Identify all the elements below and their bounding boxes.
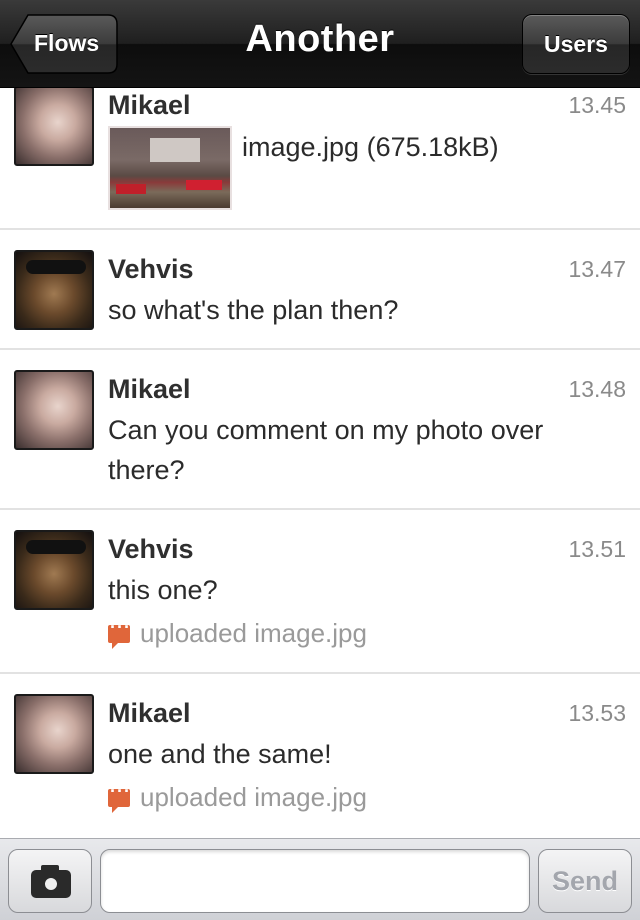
avatar bbox=[14, 88, 94, 166]
navigation-bar: Flows Another Users bbox=[0, 0, 640, 88]
upload-note[interactable]: uploaded image.jpg bbox=[108, 781, 367, 813]
message-time: 13.47 bbox=[568, 256, 626, 282]
message-sender: Vehvis bbox=[108, 254, 194, 284]
send-button[interactable]: Send bbox=[538, 849, 632, 913]
image-thumbnail[interactable] bbox=[108, 126, 232, 210]
users-button[interactable]: Users bbox=[522, 14, 630, 74]
avatar bbox=[14, 530, 94, 610]
message-item: Vehvis 13.47 so what's the plan then? bbox=[0, 230, 640, 350]
message-text: one and the same! bbox=[108, 739, 332, 769]
message-time: 13.53 bbox=[568, 700, 626, 726]
message-sender: Vehvis bbox=[108, 534, 194, 564]
upload-note-label: uploaded image.jpg bbox=[140, 782, 367, 812]
upload-note-label: uploaded image.jpg bbox=[140, 618, 367, 648]
message-text: Can you comment on my photo over there? bbox=[108, 415, 544, 485]
message-sender: Mikael bbox=[108, 374, 191, 404]
message-time: 13.48 bbox=[568, 376, 626, 402]
message-item: Mikael 13.53 one and the same! uploaded … bbox=[0, 674, 640, 838]
message-time: 13.45 bbox=[568, 92, 626, 118]
message-input[interactable] bbox=[100, 849, 530, 913]
comment-icon bbox=[108, 781, 131, 813]
message-time: 13.51 bbox=[568, 536, 626, 562]
compose-toolbar: Send bbox=[0, 838, 640, 920]
attachment-filename[interactable]: image.jpg (675.18kB) bbox=[242, 132, 499, 163]
message-sender: Mikael bbox=[108, 698, 191, 728]
message-text: this one? bbox=[108, 575, 218, 605]
message-item: Mikael 13.45 image.jpg (675.18kB) bbox=[0, 88, 640, 230]
camera-button[interactable] bbox=[8, 849, 92, 913]
avatar bbox=[14, 370, 94, 450]
comment-icon bbox=[108, 617, 131, 649]
message-sender: Mikael bbox=[108, 90, 191, 120]
message-item: Mikael 13.48 Can you comment on my photo… bbox=[0, 350, 640, 510]
message-list[interactable]: Mikael 13.45 image.jpg (675.18kB) Vehvis… bbox=[0, 88, 640, 838]
upload-note[interactable]: uploaded image.jpg bbox=[108, 617, 367, 649]
avatar bbox=[14, 250, 94, 330]
avatar bbox=[14, 694, 94, 774]
message-item: Vehvis 13.51 this one? uploaded image.jp… bbox=[0, 510, 640, 674]
message-text: so what's the plan then? bbox=[108, 295, 399, 325]
